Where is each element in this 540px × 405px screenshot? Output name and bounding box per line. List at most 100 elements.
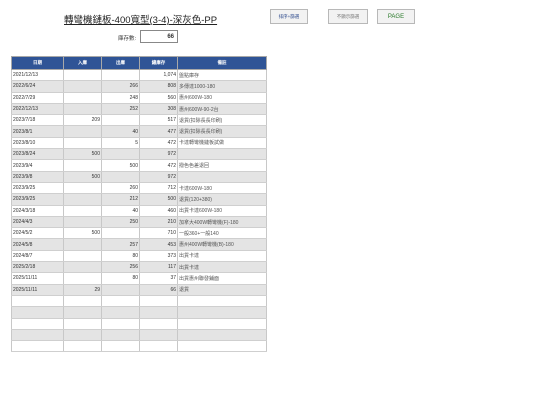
table-row[interactable]: 2023/8/10 5 472 卡達轉彎機鏈板試做 xyxy=(11,136,267,150)
stock-value-field[interactable]: 66 xyxy=(140,30,178,43)
cell-out[interactable]: 40 xyxy=(101,125,140,138)
cell-out[interactable]: 40 xyxy=(101,204,140,217)
table-row[interactable]: 2023/8/24 500 972 xyxy=(11,148,267,161)
cell-date[interactable]: 2022/6/24 xyxy=(11,80,64,93)
table-row[interactable] xyxy=(11,340,267,353)
cell-in[interactable] xyxy=(63,125,102,138)
table-row[interactable]: 2024/8/7 80 373 出貨卡達 xyxy=(11,249,267,263)
cell-total[interactable]: 1,074 xyxy=(139,68,178,82)
cell-out[interactable] xyxy=(101,328,140,342)
cell-in[interactable] xyxy=(63,68,102,82)
cell-date[interactable]: 2023/7/18 xyxy=(11,114,64,127)
cell-out[interactable]: 5 xyxy=(101,136,140,150)
cell-total[interactable] xyxy=(139,328,178,342)
cell-date[interactable]: 2023/9/8 xyxy=(11,170,64,183)
cell-note[interactable]: 盤點庫存 xyxy=(177,68,267,82)
cell-date[interactable]: 2023/8/24 xyxy=(11,148,64,161)
cell-date[interactable]: 2023/8/1 xyxy=(11,125,64,138)
cell-date[interactable]: 2024/4/3 xyxy=(11,215,64,229)
cell-out[interactable] xyxy=(101,227,140,240)
cell-date[interactable]: 2025/11/11 xyxy=(11,283,64,296)
cell-out[interactable]: 256 xyxy=(101,261,140,274)
cell-total[interactable]: 517 xyxy=(139,114,178,127)
cell-total[interactable]: 37 xyxy=(139,272,178,285)
cell-note[interactable] xyxy=(177,306,267,319)
cell-note[interactable]: 卡達轉彎機鏈板試做 xyxy=(177,136,267,150)
cell-total[interactable]: 117 xyxy=(139,261,178,274)
cell-out[interactable] xyxy=(101,170,140,183)
cell-in[interactable]: 209 xyxy=(63,114,102,127)
cell-in[interactable] xyxy=(63,193,102,206)
cell-note[interactable]: 退貨(扣除長長印刷) xyxy=(177,125,267,138)
table-row[interactable]: 2024/5/2 500 710 一般360+一般140 xyxy=(11,227,267,240)
cell-note[interactable]: 多傳達1000-180 xyxy=(177,80,267,93)
cell-in[interactable] xyxy=(63,91,102,104)
cell-date[interactable]: 2025/11/11 xyxy=(11,272,64,285)
cell-in[interactable] xyxy=(63,215,102,229)
cell-date[interactable]: 2023/9/4 xyxy=(11,159,64,172)
cell-total[interactable] xyxy=(139,294,178,308)
cell-out[interactable] xyxy=(101,114,140,127)
cell-note[interactable] xyxy=(177,317,267,330)
cell-in[interactable] xyxy=(63,80,102,93)
cell-out[interactable]: 266 xyxy=(101,80,140,93)
cell-in[interactable] xyxy=(63,204,102,217)
cell-date[interactable]: 2021/12/13 xyxy=(11,68,64,82)
cell-out[interactable]: 260 xyxy=(101,181,140,195)
cell-note[interactable]: 退貨(扣除長長印刷) xyxy=(177,114,267,127)
cell-out[interactable]: 250 xyxy=(101,215,140,229)
cell-date[interactable]: 2022/7/29 xyxy=(11,91,64,104)
page-button[interactable]: PAGE xyxy=(377,9,415,24)
cell-total[interactable]: 712 xyxy=(139,181,178,195)
table-row[interactable]: 2025/11/11 29 66 退貨 xyxy=(11,283,267,296)
cell-in[interactable] xyxy=(63,238,102,251)
cell-in[interactable] xyxy=(63,181,102,195)
cell-in[interactable]: 500 xyxy=(63,170,102,183)
cell-in[interactable] xyxy=(63,159,102,172)
cell-total[interactable]: 808 xyxy=(139,80,178,93)
sort-filter-button[interactable]: 排序+篩選 xyxy=(270,9,308,24)
cell-total[interactable]: 710 xyxy=(139,227,178,240)
cell-in[interactable]: 500 xyxy=(63,227,102,240)
cell-total[interactable]: 500 xyxy=(139,193,178,206)
cell-in[interactable] xyxy=(63,261,102,274)
cell-total[interactable]: 308 xyxy=(139,102,178,116)
cell-note[interactable]: 惠州400W轉彎機(B)-180 xyxy=(177,238,267,251)
cell-in[interactable] xyxy=(63,317,102,330)
cell-out[interactable] xyxy=(101,306,140,319)
cell-in[interactable] xyxy=(63,272,102,285)
cell-date[interactable] xyxy=(11,328,64,342)
table-row[interactable]: 2024/5/8 257 453 惠州400W轉彎機(B)-180 xyxy=(11,238,267,251)
cell-note[interactable]: 出貨惠州聯發鋪面 xyxy=(177,272,267,285)
cell-out[interactable]: 252 xyxy=(101,102,140,116)
cell-date[interactable] xyxy=(11,306,64,319)
cell-out[interactable] xyxy=(101,148,140,161)
cell-date[interactable]: 2023/9/25 xyxy=(11,181,64,195)
cell-total[interactable]: 972 xyxy=(139,170,178,183)
table-row[interactable]: 2023/9/8 500 972 xyxy=(11,170,267,183)
cell-out[interactable] xyxy=(101,283,140,296)
cell-date[interactable] xyxy=(11,317,64,330)
cell-in[interactable] xyxy=(63,294,102,308)
cell-out[interactable]: 80 xyxy=(101,249,140,263)
cell-note[interactable]: 惠州600W-90-2台 xyxy=(177,102,267,116)
cell-note[interactable]: 撥色色差退回 xyxy=(177,159,267,172)
cell-date[interactable]: 2023/8/10 xyxy=(11,136,64,150)
cell-in[interactable] xyxy=(63,340,102,353)
cell-total[interactable]: 560 xyxy=(139,91,178,104)
cell-total[interactable]: 472 xyxy=(139,159,178,172)
cell-out[interactable]: 500 xyxy=(101,159,140,172)
cell-total[interactable]: 477 xyxy=(139,125,178,138)
cell-date[interactable] xyxy=(11,294,64,308)
cell-date[interactable]: 2025/2/18 xyxy=(11,261,64,274)
table-row[interactable] xyxy=(11,328,267,342)
cell-date[interactable]: 2024/5/2 xyxy=(11,227,64,240)
cell-note[interactable]: 退貨 xyxy=(177,283,267,296)
table-row[interactable]: 2023/8/1 40 477 退貨(扣除長長印刷) xyxy=(11,125,267,138)
cell-note[interactable] xyxy=(177,170,267,183)
cell-note[interactable]: 出貨卡達 xyxy=(177,249,267,263)
cell-total[interactable]: 373 xyxy=(139,249,178,263)
table-row[interactable]: 2022/12/13 252 308 惠州600W-90-2台 xyxy=(11,102,267,116)
table-row[interactable]: 2021/12/13 1,074 盤點庫存 xyxy=(11,68,267,82)
table-row[interactable]: 2023/9/25 260 712 卡達600W-180 xyxy=(11,181,267,195)
